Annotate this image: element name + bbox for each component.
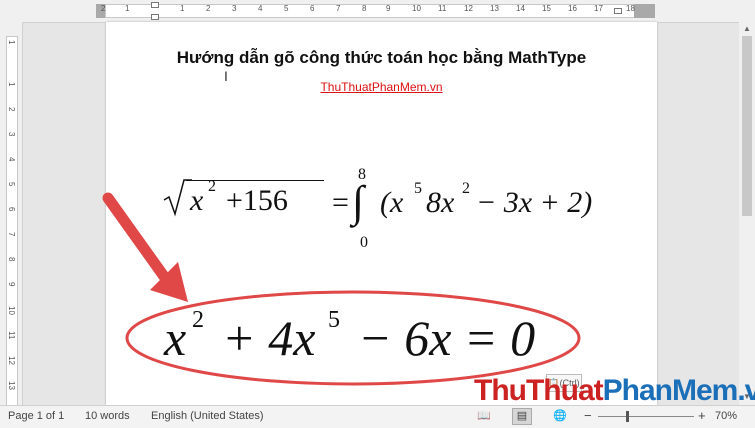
ruler-tick: 14: [516, 4, 525, 13]
ruler-tick: 1: [125, 4, 130, 13]
ruler-tick: 16: [568, 4, 577, 13]
integral-icon: ∫: [352, 177, 365, 226]
ruler-tick: 2: [7, 107, 16, 112]
document-title[interactable]: Hướng dẫn gõ công thức toán học bằng Mat…: [106, 48, 657, 68]
ruler-tick: 11: [7, 331, 16, 340]
eq1-x: x: [190, 184, 204, 217]
page-count[interactable]: Page 1 of 1: [8, 410, 64, 422]
ruler-tick: 3: [232, 4, 237, 13]
horizontal-ruler[interactable]: 2 1 1 2 3 4 5 6 7 8 9 10 11 12 13 14 15 …: [0, 0, 755, 23]
status-bar: Page 1 of 1 10 words English (United Sta…: [0, 405, 755, 428]
ruler-track[interactable]: [6, 36, 18, 407]
eq1-exponent: 2: [208, 178, 216, 195]
scrollbar-thumb[interactable]: [742, 36, 752, 216]
equation-1[interactable]: x 2 +156 = 8 ∫ 0 (x 5 8x 2 − 3x + 2): [162, 152, 622, 262]
eq2-mid: + 4x: [222, 310, 316, 366]
ruler-tick: 6: [310, 4, 315, 13]
ruler-tick: 1: [7, 82, 16, 87]
ruler-tick: 7: [7, 232, 16, 237]
zoom-in-button[interactable]: +: [698, 408, 706, 423]
ruler-tick: 1: [7, 40, 16, 45]
vertical-ruler[interactable]: 1 1 2 3 4 5 6 7 8 9 10 11 12 13: [0, 22, 23, 407]
document-page[interactable]: Hướng dẫn gõ công thức toán học bằng Mat…: [106, 22, 657, 405]
equation-2[interactable]: x 2 + 4x 5 − 6x = 0: [164, 307, 564, 377]
zoom-slider-track[interactable]: [598, 416, 694, 417]
watermark-part1: ThuThuat: [474, 374, 604, 407]
ruler-tick: 7: [336, 4, 341, 13]
zoom-slider-thumb[interactable]: [626, 411, 629, 422]
ruler-tick: 8: [7, 257, 16, 262]
language-indicator[interactable]: English (United States): [151, 410, 264, 422]
integral-lower-limit: 0: [360, 234, 368, 251]
watermark-part2: PhanMem: [602, 374, 739, 407]
eq2-exponent: 2: [192, 307, 204, 333]
watermark-logo: ThuThuatPhanMem.vn: [474, 374, 755, 408]
document-link[interactable]: ThuThuatPhanMem.vn: [106, 80, 657, 94]
sqrt-symbol-icon: [163, 179, 192, 217]
ruler-tick: 3: [7, 132, 16, 137]
eq1-exponent: 5: [414, 180, 422, 197]
zoom-level[interactable]: 70%: [715, 410, 737, 422]
ruler-tick: 2: [101, 4, 106, 13]
print-layout-icon[interactable]: ▤: [512, 408, 532, 425]
eq1-tail: − 3x + 2): [476, 186, 593, 219]
eq1-equals: =: [332, 186, 349, 219]
watermark-part3: .vn: [737, 374, 755, 407]
eq2-tail: − 6x = 0: [358, 310, 536, 366]
vertical-scrollbar[interactable]: ▲ ▼: [739, 22, 755, 405]
ruler-tick: 13: [490, 4, 499, 13]
eq1-exponent: 2: [462, 180, 470, 197]
right-indent-marker[interactable]: [614, 8, 622, 14]
read-mode-icon[interactable]: 📖: [474, 408, 494, 425]
eq1-plus-term: +156: [226, 184, 288, 217]
first-line-indent-marker[interactable]: [151, 2, 159, 8]
ruler-tick: 13: [7, 381, 16, 390]
ruler-tick: 17: [594, 4, 603, 13]
ruler-tick: 5: [7, 182, 16, 187]
sqrt-bar: [186, 180, 324, 181]
ruler-right-margin: [634, 4, 655, 18]
ruler-tick: 5: [284, 4, 289, 13]
ruler-tick: 4: [258, 4, 263, 13]
ruler-tick: 9: [386, 4, 391, 13]
ruler-tick: 9: [7, 282, 16, 287]
ruler-tick: 6: [7, 207, 16, 212]
eq1-mid: 8x: [426, 186, 455, 219]
word-count[interactable]: 10 words: [85, 410, 130, 422]
eq2-exponent: 5: [328, 307, 340, 333]
ruler-tick: 15: [542, 4, 551, 13]
ruler-tick: 8: [362, 4, 367, 13]
ruler-tick: 10: [412, 4, 421, 13]
left-indent-marker[interactable]: [151, 14, 159, 20]
ruler-tick: 11: [438, 4, 447, 13]
ruler-tick: 12: [7, 356, 16, 365]
ruler-tick: 2: [206, 4, 211, 13]
ruler-tick: 1: [180, 4, 185, 13]
eq2-x: x: [164, 310, 187, 366]
ruler-tick: 18: [626, 4, 635, 13]
ruler-tick: 12: [464, 4, 473, 13]
zoom-out-button[interactable]: −: [584, 408, 592, 423]
scroll-up-icon[interactable]: ▲: [742, 24, 752, 34]
eq1-body-open: (x: [380, 186, 404, 219]
ruler-tick: 10: [7, 306, 16, 315]
web-layout-icon[interactable]: 🌐: [550, 408, 570, 425]
ruler-tick: 4: [7, 157, 16, 162]
